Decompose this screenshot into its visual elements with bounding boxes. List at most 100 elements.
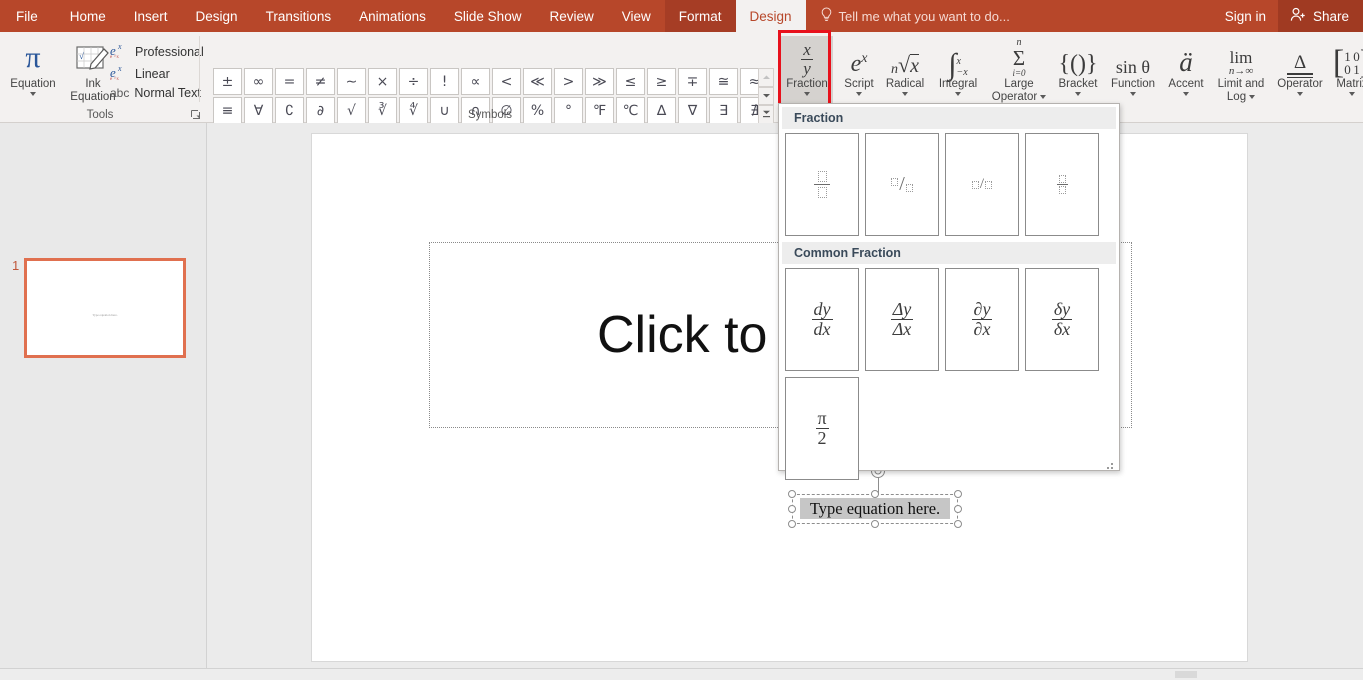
sign-in-button[interactable]: Sign in [1213,0,1278,32]
matrix-button-label: Matrix [1328,78,1363,91]
integral-dropdown-caret[interactable] [955,92,961,96]
symbol-cell[interactable]: < [492,68,521,95]
tab-insert[interactable]: Insert [120,0,182,32]
tab-equation-design-label: Design [750,9,792,24]
symbol-cell[interactable]: ÷ [399,68,428,95]
slide-thumbnail-pane[interactable]: 1 Type equation here. [0,123,207,668]
svg-text:x: x [117,64,122,73]
equation-dropdown-caret[interactable] [30,92,36,96]
equation-button[interactable]: π Equation [2,38,64,96]
symbol-cell[interactable]: ≪ [523,68,552,95]
skewed-fraction-icon: / [891,173,913,196]
accent-dropdown-caret[interactable] [1183,92,1189,96]
linear-button[interactable]: exe^x Linear [110,64,170,84]
tab-file-label: File [16,9,38,24]
symbol-cell[interactable]: × [368,68,397,95]
symbols-scroll-up-button[interactable] [758,68,774,87]
symbol-cell[interactable]: ∼ [337,68,366,95]
gallery-resize-grip[interactable] [1107,458,1115,466]
professional-button[interactable]: exe^x Professional [110,42,204,62]
limit-and-log-dropdown-caret[interactable] [1249,95,1255,99]
tab-animations[interactable]: Animations [345,0,440,32]
group-separator [199,36,200,102]
gallery-item-skewed-fraction[interactable]: / [865,133,939,236]
lowercase-delta-y-delta-x-icon: δy δx [1052,300,1072,339]
bracket-dropdown-caret[interactable] [1075,92,1081,96]
tell-me-search[interactable]: Tell me what you want to do... [806,0,1020,32]
symbol-cell[interactable]: ∝ [461,68,490,95]
resize-handle-nw[interactable] [788,490,796,498]
gallery-item-stacked-fraction[interactable] [785,133,859,236]
symbol-cell[interactable]: ≤ [616,68,645,95]
svg-text:^x: ^x [114,77,119,81]
tab-slide-show[interactable]: Slide Show [440,0,536,32]
script-dropdown-caret[interactable] [856,92,862,96]
symbol-cell[interactable]: ± [213,68,242,95]
function-button-label: Function [1104,78,1162,91]
equation-placeholder-text[interactable]: Type equation here. [800,498,950,519]
normal-text-button[interactable]: abc Normal Text [110,86,201,100]
svg-text:√: √ [79,51,84,61]
status-bar [0,668,1363,680]
fraction-dropdown-caret[interactable] [804,92,810,96]
operator-button[interactable]: ∆ Operator [1272,36,1328,116]
limit-and-log-button[interactable]: limn→∞ Limit and Log [1210,36,1272,116]
tell-me-text: Tell me what you want to do... [839,9,1010,24]
symbol-cell[interactable]: ≠ [306,68,335,95]
gallery-row-extra: π 2 [779,371,1119,480]
large-operator-dropdown-caret[interactable] [1040,95,1046,99]
tab-equation-design[interactable]: Design [736,0,806,32]
resize-handle-s[interactable] [871,520,879,528]
slide-thumbnail-1[interactable]: Type equation here. [24,258,186,358]
resize-handle-ne[interactable] [954,490,962,498]
resize-handle-sw[interactable] [788,520,796,528]
ribbon-group-symbols: ±∞=≠∼×÷!∝<≪>≫≤≥∓≅≈≡∀∁∂√∛∜∪∩∅%°℉℃∆∇∃∄ Sym… [201,32,779,123]
gallery-item-partial-y-partial-x[interactable]: ∂y ∂x [945,268,1019,371]
equation-textbox[interactable]: Type equation here. [792,494,958,524]
tab-transitions[interactable]: Transitions [252,0,346,32]
accent-button[interactable]: ä Accent [1162,36,1210,116]
tab-design[interactable]: Design [182,0,252,32]
symbol-cell[interactable]: = [275,68,304,95]
gallery-item-linear-fraction[interactable]: / [945,133,1019,236]
resize-handle-n[interactable] [871,490,879,498]
share-button[interactable]: Share [1278,0,1363,32]
integral-icon: ∫x−x [948,36,967,78]
sigma-icon: nΣi=0 [1012,36,1025,78]
symbol-cell[interactable]: ≅ [709,68,738,95]
normal-text-label: Normal Text [134,86,200,100]
matrix-button[interactable]: [ 1 00 1 ] Matrix [1328,36,1363,116]
matrix-dropdown-caret[interactable] [1349,92,1355,96]
symbol-cell[interactable]: > [554,68,583,95]
gallery-item-delta-y-delta-x[interactable]: Δy Δx [865,268,939,371]
symbol-cell[interactable]: ∓ [678,68,707,95]
symbol-cell[interactable]: ≥ [647,68,676,95]
gallery-item-lowercase-delta-y-delta-x[interactable]: δy δx [1025,268,1099,371]
symbols-scroll-down-button[interactable] [758,87,774,106]
operator-dropdown-caret[interactable] [1297,92,1303,96]
tab-view[interactable]: View [608,0,665,32]
tab-format[interactable]: Format [665,0,736,32]
tab-review[interactable]: Review [535,0,607,32]
radical-dropdown-caret[interactable] [902,92,908,96]
integral-button-label: Integral [932,78,984,91]
gallery-item-pi-over-2[interactable]: π 2 [785,377,859,480]
limit-and-log-label-line2: Log [1210,91,1272,104]
symbol-cell[interactable]: ! [430,68,459,95]
tab-home[interactable]: Home [56,0,120,32]
fraction-dropdown-gallery[interactable]: Fraction / / Co [778,103,1120,471]
tab-file[interactable]: File [0,0,56,32]
function-dropdown-caret[interactable] [1130,92,1136,96]
resize-handle-se[interactable] [954,520,962,528]
gallery-item-small-stacked-fraction[interactable] [1025,133,1099,236]
gallery-item-dy-dx[interactable]: dy dx [785,268,859,371]
zoom-slider-handle[interactable] [1175,671,1197,678]
symbol-cell[interactable]: ∞ [244,68,273,95]
symbol-cell[interactable]: ≫ [585,68,614,95]
resize-handle-e[interactable] [954,505,962,513]
pi-over-2-icon: π 2 [815,409,828,448]
gallery-section-header-fraction: Fraction [782,107,1116,129]
bracket-icon: {()} [1058,36,1097,78]
script-icon: ex [851,36,868,78]
resize-handle-w[interactable] [788,505,796,513]
